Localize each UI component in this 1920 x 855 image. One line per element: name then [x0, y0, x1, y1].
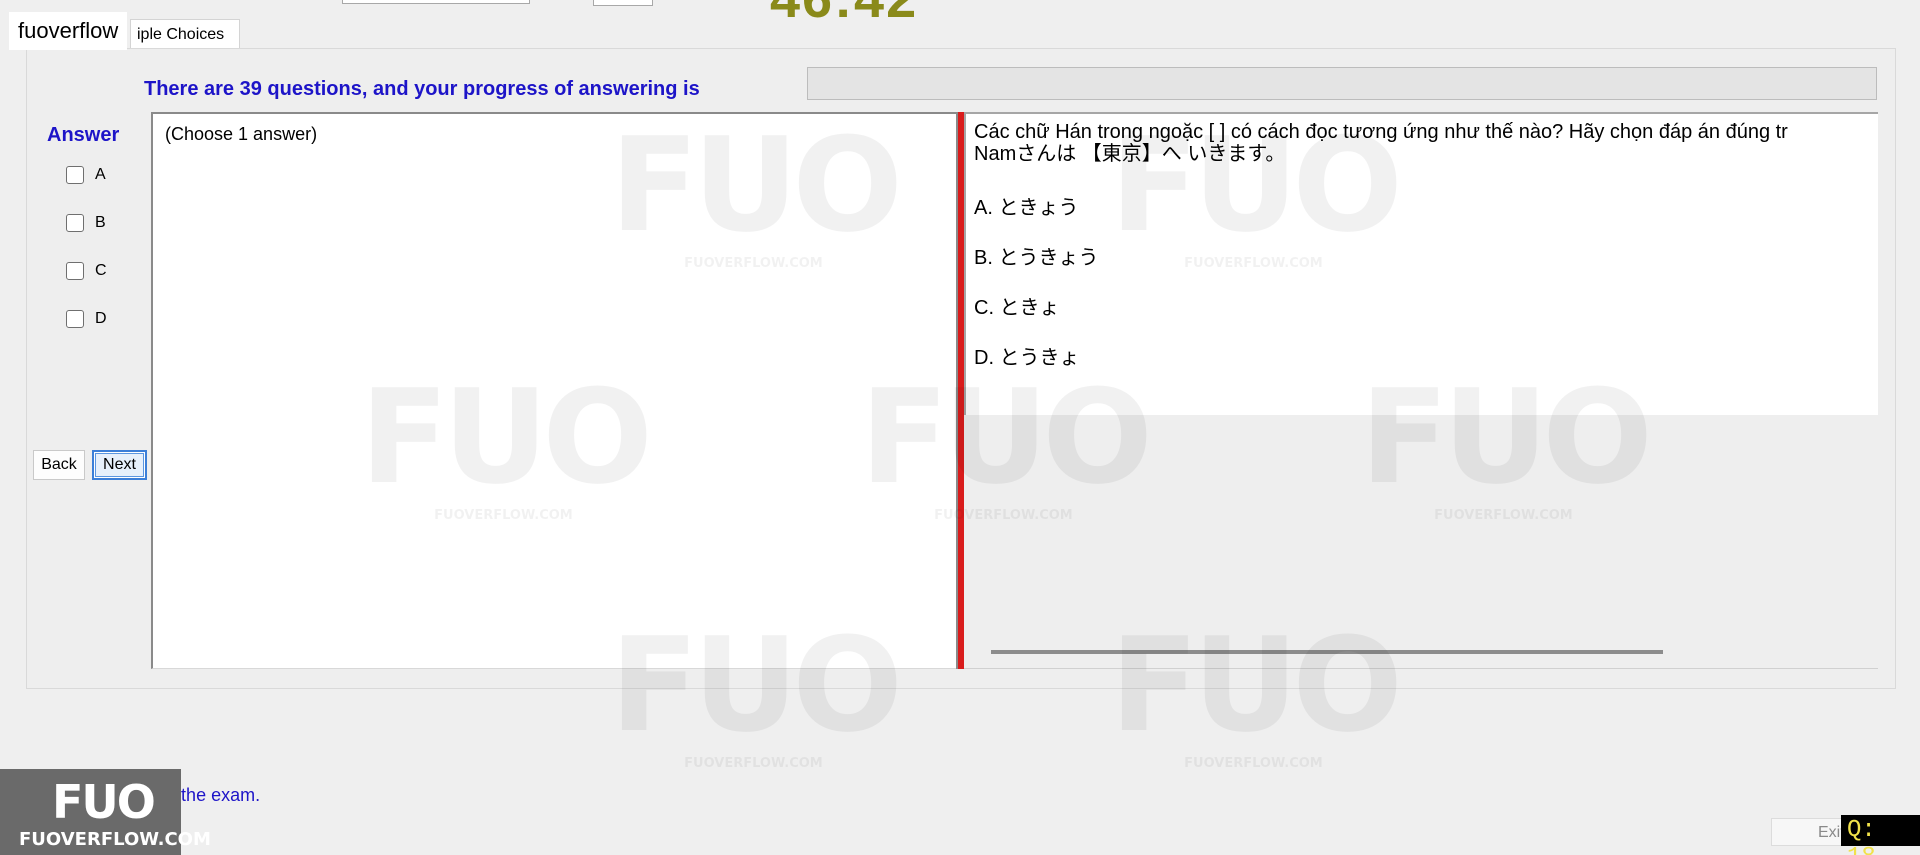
logo-text: FUO: [52, 775, 156, 829]
watermark: FUO FUOVERFLOW.COM: [1360, 361, 1653, 523]
checkbox[interactable]: [66, 214, 84, 232]
watermark: FUO FUOVERFLOW.COM: [860, 361, 1153, 523]
next-button[interactable]: Next: [92, 450, 147, 480]
watermark: FUO FUOVERFLOW.COM: [610, 609, 903, 771]
watermark: FUO FUOVERFLOW.COM: [1110, 609, 1403, 771]
top-input-field[interactable]: [342, 0, 530, 4]
answer-option-label: B: [95, 214, 106, 231]
logo-subtext: FUOVERFLOW.COM: [19, 829, 211, 850]
watermark: FUO FUOVERFLOW.COM: [1110, 109, 1403, 271]
site-label: fuoverflow: [9, 12, 128, 50]
progress-bar: [807, 67, 1877, 100]
countdown-timer: 46:42: [770, 0, 918, 30]
divider-line: [964, 668, 1878, 669]
answer-option-d[interactable]: D: [66, 310, 107, 328]
question-option-b: B. とうきょう: [974, 247, 1099, 269]
answer-option-c[interactable]: C: [66, 262, 107, 280]
tab-multiple-choices[interactable]: iple Choices: [130, 19, 240, 48]
answer-option-label: D: [95, 310, 107, 327]
answer-option-a[interactable]: A: [66, 166, 106, 184]
answer-title: Answer: [47, 124, 120, 146]
answer-option-b[interactable]: B: [66, 214, 106, 232]
checkbox[interactable]: [66, 262, 84, 280]
answer-option-label: A: [95, 166, 106, 183]
progress-label: There are 39 questions, and your progres…: [144, 78, 700, 100]
fuo-logo: FUO FUOVERFLOW.COM: [0, 769, 211, 855]
watermark: FUO FUOVERFLOW.COM: [360, 361, 653, 523]
question-counter: Q: 18: [1841, 815, 1920, 855]
answer-option-label: C: [95, 262, 107, 279]
back-button[interactable]: Back: [33, 450, 85, 480]
top-input-field-small[interactable]: [593, 0, 653, 6]
checkbox[interactable]: [66, 310, 84, 328]
question-option-a: A. ときょう: [974, 197, 1079, 219]
checkbox[interactable]: [66, 166, 84, 184]
question-option-c: C. ときょ: [974, 297, 1060, 319]
answer-hint: (Choose 1 answer): [165, 124, 318, 144]
watermark: FUO FUOVERFLOW.COM: [610, 109, 903, 271]
exit-button[interactable]: Exit: [1771, 818, 1851, 846]
